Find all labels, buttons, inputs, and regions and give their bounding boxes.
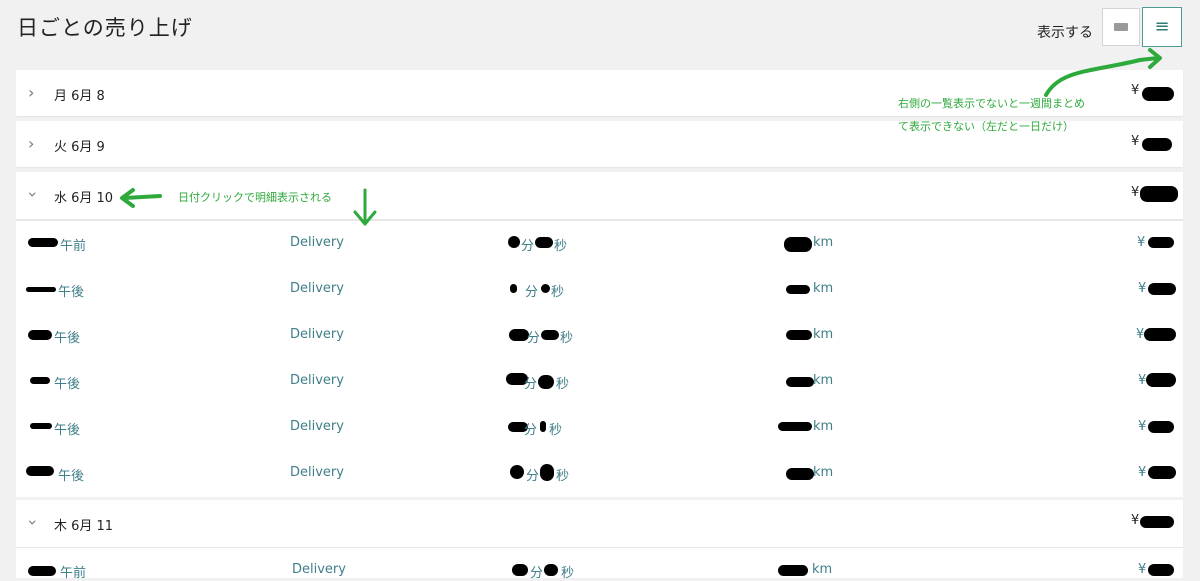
arrow-to-date [122,194,162,200]
arrow-to-list-view [1044,56,1160,97]
annotation-arrows [120,48,1162,226]
